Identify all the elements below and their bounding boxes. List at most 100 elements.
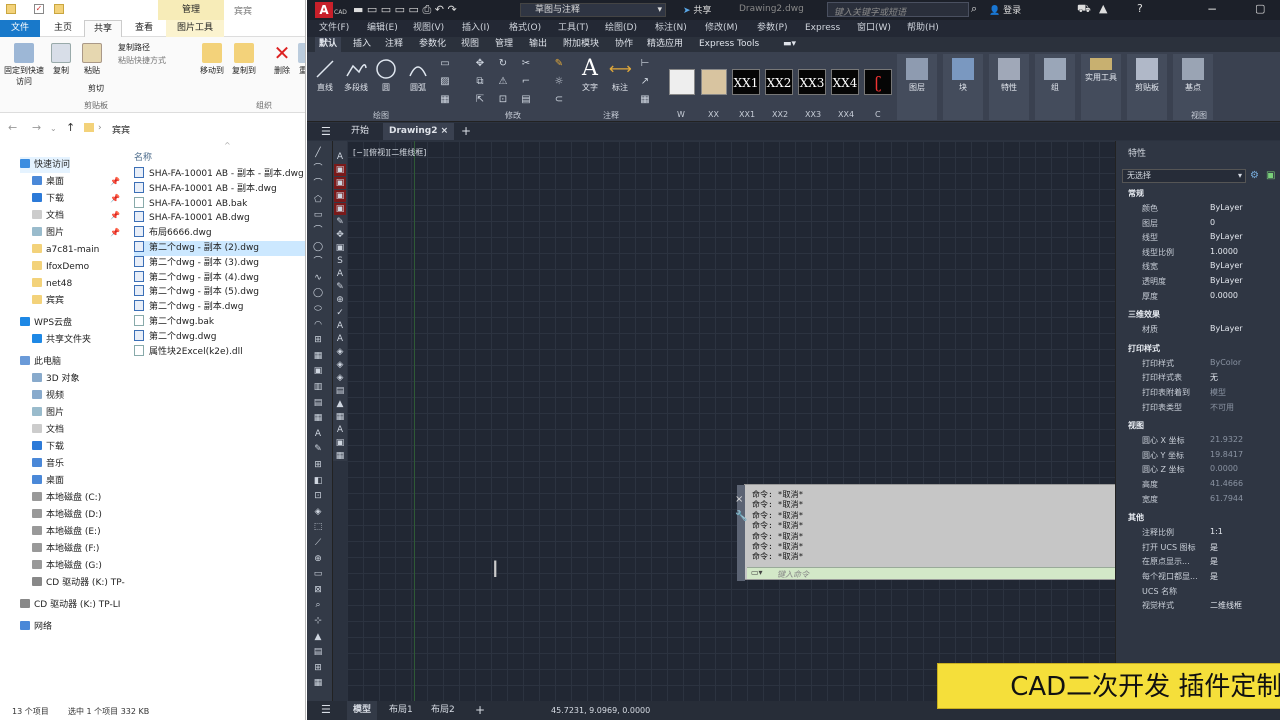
menu-item[interactable]: 文件(F) xyxy=(319,20,349,37)
nav-item-downloads[interactable]: 下载 📌 xyxy=(32,191,120,207)
share-button[interactable]: ➤ 共享 xyxy=(683,3,711,16)
up-arrow-icon[interactable]: ↑ xyxy=(66,121,75,134)
text-button[interactable]: A 文字 xyxy=(577,58,603,93)
ribbon-tab[interactable]: 附加模块 xyxy=(559,37,603,52)
property-value[interactable]: 0.0000 xyxy=(1210,291,1238,300)
property-value[interactable]: 二维线框 xyxy=(1210,600,1242,611)
nav-item-folder[interactable]: 宾宾 xyxy=(32,293,64,309)
nav-item-3d-objects[interactable]: 3D 对象 xyxy=(32,371,80,387)
draw-tool-icon[interactable]: ◠ xyxy=(312,319,324,331)
tab-layout2[interactable]: 布局2 xyxy=(431,701,455,720)
file-row[interactable]: 第二个dwg - 副本 (3).dwg xyxy=(134,255,305,271)
custom-tool-icon[interactable]: A xyxy=(334,333,346,345)
tab-file[interactable]: 文件 xyxy=(0,20,40,37)
draw-tool-icon[interactable]: ▭ xyxy=(312,568,324,580)
custom-tool-icon[interactable]: ✓ xyxy=(334,307,346,319)
breadcrumb[interactable]: 宾宾 xyxy=(112,123,130,136)
draw-tool-icon[interactable]: ⌒ xyxy=(312,256,324,268)
property-value[interactable]: 是 xyxy=(1210,556,1218,567)
folder-icon[interactable] xyxy=(54,4,64,14)
file-row[interactable]: SHA-FA-10001 AB.dwg xyxy=(134,211,305,226)
draw-tool-icon[interactable]: ⌒ xyxy=(312,225,324,237)
draw-tool-icon[interactable]: ◈ xyxy=(312,506,324,518)
draw-tool-icon[interactable]: ⊞ xyxy=(312,334,324,346)
leader-icon[interactable]: ↗ xyxy=(639,76,651,88)
custom-tool-icon[interactable]: ▦ xyxy=(334,411,346,423)
draw-tool-icon[interactable]: ⌒ xyxy=(312,163,324,175)
search-input[interactable]: 键入关键字或短语 xyxy=(827,2,969,18)
property-value[interactable]: 0 xyxy=(1210,218,1215,227)
array-icon[interactable]: ▤ xyxy=(520,94,532,106)
nav-item-documents[interactable]: 文档 📌 xyxy=(32,208,120,224)
nav-item-downloads[interactable]: 下载 xyxy=(32,439,64,455)
nav-item-drive[interactable]: 本地磁盘 (E:) xyxy=(32,524,101,540)
draw-tool-icon[interactable]: ▦ xyxy=(312,677,324,689)
property-value[interactable]: 不可用 xyxy=(1210,402,1234,413)
move-to-button[interactable]: 移动到 xyxy=(198,43,226,76)
file-row[interactable]: SHA-FA-10001 AB - 副本 - 副本.dwg xyxy=(134,167,305,182)
cart-icon[interactable]: ⛟ xyxy=(1077,2,1091,17)
manage-context-tab[interactable]: 管理 xyxy=(158,0,224,20)
close-icon[interactable]: × xyxy=(441,126,449,136)
draw-tool-icon[interactable]: ▤ xyxy=(312,397,324,409)
quick-access-toolbar-icons[interactable]: ▬ ▭ ▭ ▭ ▭ ⎙ ↶ ↷ xyxy=(353,3,457,17)
workspace-select[interactable]: 草图与注释 ▾ xyxy=(520,3,666,17)
custom-tool-icon[interactable]: ✎ xyxy=(334,216,346,228)
draw-tool-icon[interactable]: ◯ xyxy=(312,287,324,299)
nav-item-drive[interactable]: 本地磁盘 (D:) xyxy=(32,507,102,523)
draw-tool-icon[interactable]: ⬭ xyxy=(312,303,324,315)
xx2-button[interactable]: XX2 xyxy=(765,69,793,95)
draw-tool-icon[interactable]: ∿ xyxy=(312,272,324,284)
table-icon[interactable]: ▦ xyxy=(639,94,651,106)
copy-to-button[interactable]: 复制到 xyxy=(230,43,258,76)
command-prompt-icon[interactable]: ▭▾ xyxy=(751,568,763,577)
draw-tool-icon[interactable]: ⊡ xyxy=(312,490,324,502)
xx4-button[interactable]: XX4 xyxy=(831,69,859,95)
offset-icon[interactable]: ⊂ xyxy=(553,94,565,106)
property-section-header[interactable]: 其他 xyxy=(1128,512,1144,523)
ribbon-tab[interactable]: 注释 xyxy=(381,37,407,52)
draw-tool-icon[interactable]: ▦ xyxy=(312,412,324,424)
group-modify-label[interactable]: 修改 xyxy=(505,110,521,121)
custom-tool-icon[interactable]: A xyxy=(334,268,346,280)
hamburger-menu-icon[interactable]: ☰ xyxy=(321,703,331,716)
nav-item-desktop[interactable]: 桌面 📌 xyxy=(32,174,120,190)
draw-tool-icon[interactable]: ⊞ xyxy=(312,459,324,471)
draw-tool-icon[interactable]: ⬠ xyxy=(312,194,324,206)
property-value[interactable]: 1.0000 xyxy=(1210,247,1238,256)
group-annotation-label[interactable]: 注释 xyxy=(603,110,619,121)
custom-tool-icon[interactable]: ▦ xyxy=(334,450,346,462)
copy-path-button[interactable]: 复制路径 xyxy=(118,42,150,53)
nav-item-folder[interactable]: a7c81-main xyxy=(32,242,99,258)
file-row[interactable]: 第二个dwg - 副本 (5).dwg xyxy=(134,285,305,300)
custom-w-button[interactable] xyxy=(669,69,695,95)
nav-item-cd-drive[interactable]: CD 驱动器 (K:) TP-LI xyxy=(20,597,120,613)
pin-quick-access-button[interactable]: 固定到快速访问 xyxy=(4,43,44,87)
property-value[interactable]: ByLayer xyxy=(1210,261,1243,270)
menu-item[interactable]: 修改(M) xyxy=(705,20,738,37)
tab-start[interactable]: 开始 xyxy=(351,123,369,140)
stretch-icon[interactable]: ⇱ xyxy=(474,94,486,106)
ribbon-tab[interactable]: 参数化 xyxy=(415,37,450,52)
coordinate-readout[interactable]: 45.7231, 9.0969, 0.0000 xyxy=(551,701,650,720)
draw-tool-icon[interactable]: ⊹ xyxy=(312,615,324,627)
nav-item-desktop[interactable]: 桌面 xyxy=(32,473,64,489)
property-value[interactable]: 21.9322 xyxy=(1210,435,1243,444)
draw-tool-icon[interactable]: ◯ xyxy=(312,241,324,253)
paste-button[interactable]: 粘贴 xyxy=(78,43,106,76)
menu-item[interactable]: 插入(I) xyxy=(462,20,490,37)
checkbox-icon[interactable]: ✓ xyxy=(34,4,44,14)
custom-xx-button[interactable] xyxy=(701,69,727,95)
draw-tool-icon[interactable]: ⊠ xyxy=(312,584,324,596)
nav-item-quick-access[interactable]: 快速访问 xyxy=(20,157,71,173)
property-section-header[interactable]: 常规 xyxy=(1128,188,1144,199)
property-value[interactable]: 41.4666 xyxy=(1210,479,1243,488)
draw-tool-icon[interactable]: ▲ xyxy=(312,631,324,643)
ribbon-tab[interactable]: 精选应用 xyxy=(643,37,687,52)
drawing-canvas[interactable]: [−][俯视][二维线框] xyxy=(347,141,1115,701)
file-row[interactable]: 属性块2Excel(k2e).dll xyxy=(134,344,305,360)
copy-icon[interactable]: ⧉ xyxy=(474,76,486,88)
custom-tool-icon[interactable]: ▣ xyxy=(334,437,346,449)
selection-dropdown[interactable]: 无选择 ▾ xyxy=(1122,169,1246,183)
ribbon-tab[interactable]: 输出 xyxy=(525,37,551,52)
